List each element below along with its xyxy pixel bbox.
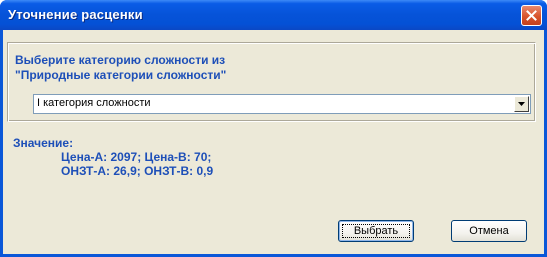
value-line-2: ОНЗТ-А: 26,9; ОНЗТ-В: 0,9	[61, 164, 214, 178]
value-line-1: Цена-А: 2097; Цена-В: 70;	[61, 150, 212, 164]
category-dropdown-value: I категория сложности	[37, 97, 151, 109]
dialog-window: Уточнение расценки Выберите категорию сл…	[0, 0, 547, 257]
close-button[interactable]	[521, 5, 542, 26]
close-icon	[526, 10, 537, 21]
category-dropdown[interactable]: I категория сложности	[33, 94, 531, 114]
cancel-button[interactable]: Отмена	[451, 220, 527, 242]
cancel-button-label: Отмена	[469, 225, 509, 237]
prompt-line-2: "Природные категории сложности"	[15, 68, 227, 82]
value-label: Значение:	[13, 136, 74, 150]
chevron-down-icon	[518, 102, 525, 106]
select-button-label: Выбрать	[353, 225, 399, 237]
select-button[interactable]: Выбрать	[338, 220, 414, 242]
dialog-body: Выберите категорию сложности из "Природн…	[3, 30, 544, 254]
title-bar[interactable]: Уточнение расценки	[0, 0, 547, 30]
prompt-line-1: Выберите категорию сложности из	[15, 53, 226, 67]
window-title: Уточнение расценки	[8, 7, 143, 22]
dropdown-arrow-button[interactable]	[514, 96, 529, 112]
